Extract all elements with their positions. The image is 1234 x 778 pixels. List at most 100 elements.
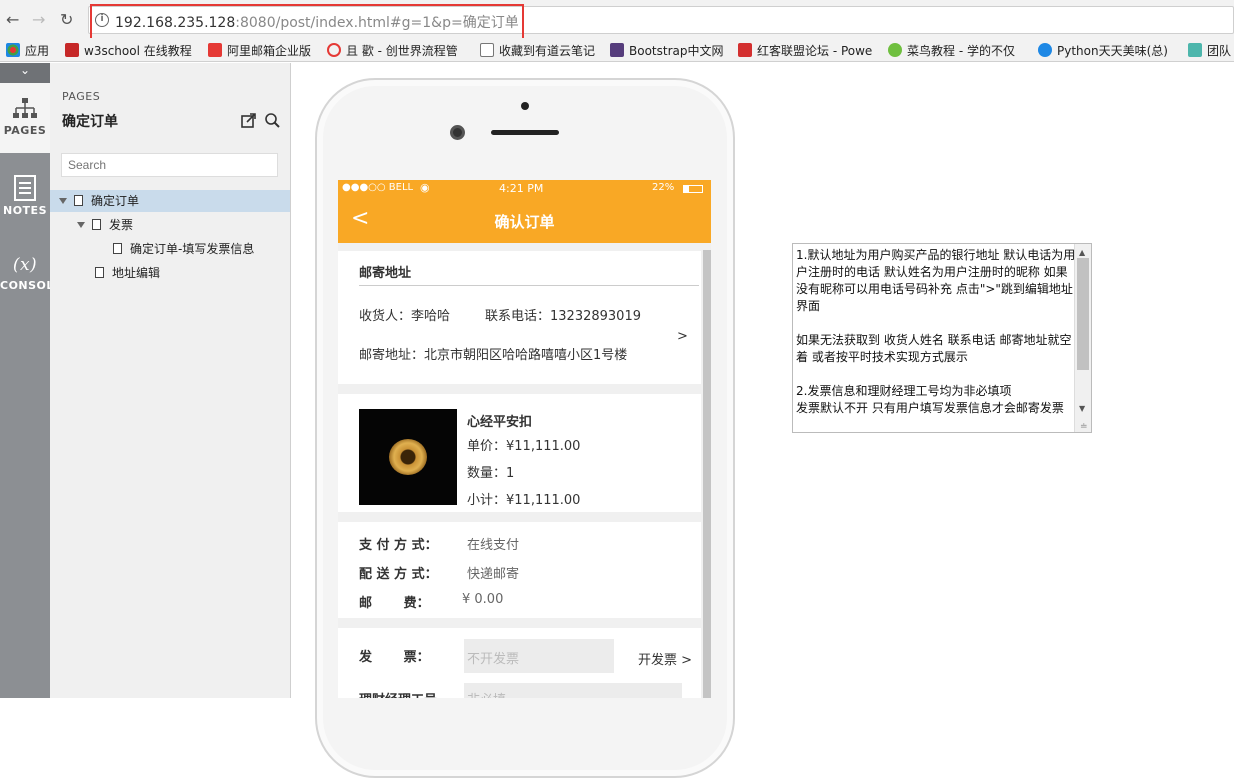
manager-id-field[interactable]: 非必填 bbox=[464, 683, 682, 698]
shipping-fee-label: 邮 费： bbox=[359, 596, 430, 611]
forward-arrow-icon[interactable]: → bbox=[32, 10, 45, 29]
mail-icon bbox=[208, 43, 222, 57]
tree-item-address-edit[interactable]: 地址编辑 bbox=[50, 262, 290, 284]
content-scrollbar[interactable] bbox=[703, 250, 711, 698]
phone-sensor-dot bbox=[521, 102, 529, 110]
shipping-method-value: 快递邮寄 bbox=[467, 567, 520, 582]
bookmark-label: 菜鸟教程 - 学的不仅 bbox=[907, 44, 1015, 58]
collapse-chevron-icon[interactable]: ⌄ bbox=[0, 63, 50, 83]
scroll-down-icon[interactable]: ▼ bbox=[1079, 400, 1085, 417]
rail-pages[interactable]: PAGES bbox=[0, 83, 50, 153]
invoice-card: 发 票： 不开发票 开发票 > 理财经理工号 非必填 bbox=[338, 628, 701, 698]
expand-triangle-icon[interactable] bbox=[77, 222, 85, 228]
nav-bar: < 确认订单 bbox=[338, 198, 711, 243]
address-heading: 邮寄地址 bbox=[359, 266, 412, 281]
page-icon bbox=[74, 195, 83, 206]
product-image bbox=[359, 409, 457, 505]
sitemap-icon bbox=[13, 98, 37, 118]
team-icon bbox=[1188, 43, 1202, 57]
hack-icon bbox=[738, 43, 752, 57]
tree-item-invoice[interactable]: 发票 bbox=[50, 214, 290, 236]
rail-notes[interactable]: NOTES bbox=[0, 175, 50, 235]
bookmark-w3school[interactable]: w3school 在线教程 bbox=[65, 42, 192, 59]
bookmark-label: 且 歡 - 创世界流程管 bbox=[346, 44, 458, 58]
notes-text: 1.默认地址为用户购买产品的银行地址 默认电话为用户注册时的电话 默认姓名为用户… bbox=[796, 248, 1076, 415]
divider bbox=[359, 285, 699, 286]
page-icon bbox=[480, 43, 494, 57]
runoob-icon bbox=[888, 43, 902, 57]
expand-triangle-icon[interactable] bbox=[59, 198, 67, 204]
tree-label: 确定订单 bbox=[91, 194, 140, 208]
add-page-icon[interactable] bbox=[265, 113, 280, 128]
bookmarks-bar: 应用 w3school 在线教程 阿里邮箱企业版 且 歡 - 创世界流程管 收藏… bbox=[0, 38, 1234, 62]
bookmark-python[interactable]: Python天天美味(总) bbox=[1038, 42, 1168, 59]
notes-icon bbox=[14, 175, 36, 201]
bookmark-runoob[interactable]: 菜鸟教程 - 学的不仅 bbox=[888, 42, 1015, 59]
rail-console-label: CONSOL bbox=[0, 279, 54, 292]
product-quantity: 数量：1 bbox=[467, 466, 515, 481]
bookmark-team[interactable]: 团队 bbox=[1188, 42, 1231, 59]
page-search-input[interactable] bbox=[61, 153, 278, 177]
notes-scrollbar[interactable]: ▲ ▼ ≐ bbox=[1074, 244, 1091, 432]
address-edit-chevron-icon[interactable]: > bbox=[677, 329, 688, 344]
bookmark-label: 红客联盟论坛 - Powe bbox=[757, 44, 873, 58]
page-icon bbox=[92, 219, 101, 230]
notes-textarea[interactable]: 1.默认地址为用户购买产品的银行地址 默认电话为用户注册时的电话 默认姓名为用户… bbox=[792, 243, 1092, 433]
status-time: 4:21 PM bbox=[499, 182, 544, 195]
bookmark-label: 应用 bbox=[25, 44, 50, 58]
jade-pendant-image bbox=[389, 439, 427, 475]
shipping-fee-value: ¥ 0.00 bbox=[462, 592, 504, 607]
battery-text: 22% bbox=[652, 182, 675, 193]
tree-label: 确定订单-填写发票信息 bbox=[130, 242, 255, 256]
product-subtotal: 小计：¥11,111.00 bbox=[467, 493, 581, 508]
page-icon bbox=[113, 243, 122, 254]
back-arrow-icon[interactable]: ← bbox=[6, 10, 19, 29]
battery-icon bbox=[683, 185, 703, 193]
open-invoice-link[interactable]: 开发票 > bbox=[638, 649, 692, 668]
python-icon bbox=[1038, 43, 1052, 57]
product-price: 单价：¥11,111.00 bbox=[467, 439, 581, 454]
bookmark-youdao[interactable]: 收藏到有道云笔记 bbox=[480, 42, 595, 59]
bookmark-label: w3school 在线教程 bbox=[84, 44, 192, 58]
invoice-label: 发 票： bbox=[359, 650, 430, 665]
bookmark-label: 收藏到有道云笔记 bbox=[499, 44, 596, 58]
bookmark-apps[interactable]: 应用 bbox=[6, 42, 49, 59]
pages-panel: PAGES 确定订单 确定订单 发票 确定订单-填写发票信息 地址编辑 bbox=[50, 63, 291, 698]
reload-icon[interactable]: ↻ bbox=[60, 10, 73, 29]
tree-item-confirm-order[interactable]: 确定订单 bbox=[50, 190, 290, 212]
page-icon bbox=[95, 267, 104, 278]
payment-method-label: 支 付 方 式： bbox=[359, 538, 438, 553]
process-icon bbox=[327, 43, 341, 57]
bookmark-bootstrap[interactable]: Bootstrap中文网 bbox=[610, 42, 723, 59]
payment-card: 支 付 方 式： 在线支付 配 送 方 式： 快递邮寄 邮 费： ¥ 0.00 bbox=[338, 522, 701, 618]
export-icon[interactable] bbox=[241, 113, 256, 128]
scroll-thumb[interactable] bbox=[1077, 258, 1089, 370]
variable-icon: (x) bbox=[12, 255, 38, 275]
receiver-address: 邮寄地址：北京市朝阳区哈哈路嘻嘻小区1号楼 bbox=[359, 348, 628, 363]
wifi-icon: ◉ bbox=[420, 181, 430, 194]
phone-screen: ●●●○○ BELL ◉ 4:21 PM 22% < 确认订单 邮寄地址 收货人… bbox=[338, 180, 711, 698]
panel-title: 确定订单 bbox=[62, 114, 118, 130]
product-card: 心经平安扣 单价：¥11,111.00 数量：1 小计：¥11,111.00 bbox=[338, 394, 701, 512]
receiver-name: 收货人：李哈哈 bbox=[359, 309, 451, 324]
receiver-phone: 联系电话：13232893019 bbox=[485, 309, 641, 324]
bookmark-process[interactable]: 且 歡 - 创世界流程管 bbox=[327, 42, 458, 59]
bookmark-label: Python天天美味(总) bbox=[1057, 44, 1168, 58]
manager-id-label: 理财经理工号 bbox=[359, 689, 437, 698]
status-bar: ●●●○○ BELL ◉ 4:21 PM 22% bbox=[338, 180, 711, 198]
bookmark-aliyun-mail[interactable]: 阿里邮箱企业版 bbox=[208, 42, 311, 59]
resize-grip-icon[interactable]: ≐ bbox=[1080, 419, 1088, 432]
rail-notes-label: NOTES bbox=[3, 204, 47, 217]
carrier-text: ●●●○○ BELL bbox=[342, 182, 414, 193]
address-card[interactable]: 邮寄地址 收货人：李哈哈 联系电话：13232893019 > 邮寄地址：北京市… bbox=[338, 251, 701, 384]
bookmark-label: 阿里邮箱企业版 bbox=[227, 44, 312, 58]
invoice-field[interactable]: 不开发票 bbox=[464, 639, 614, 673]
payment-method-value: 在线支付 bbox=[467, 538, 520, 553]
tree-item-invoice-info[interactable]: 确定订单-填写发票信息 bbox=[50, 238, 290, 260]
left-icon-rail: ⌄ PAGES NOTES (x) CONSOL bbox=[0, 63, 54, 698]
bootstrap-icon bbox=[610, 43, 624, 57]
bookmark-hack[interactable]: 红客联盟论坛 - Powe bbox=[738, 42, 872, 59]
product-name: 心经平安扣 bbox=[467, 415, 533, 430]
rail-console[interactable]: (x) CONSOL bbox=[0, 255, 54, 305]
tree-label: 地址编辑 bbox=[112, 266, 161, 280]
